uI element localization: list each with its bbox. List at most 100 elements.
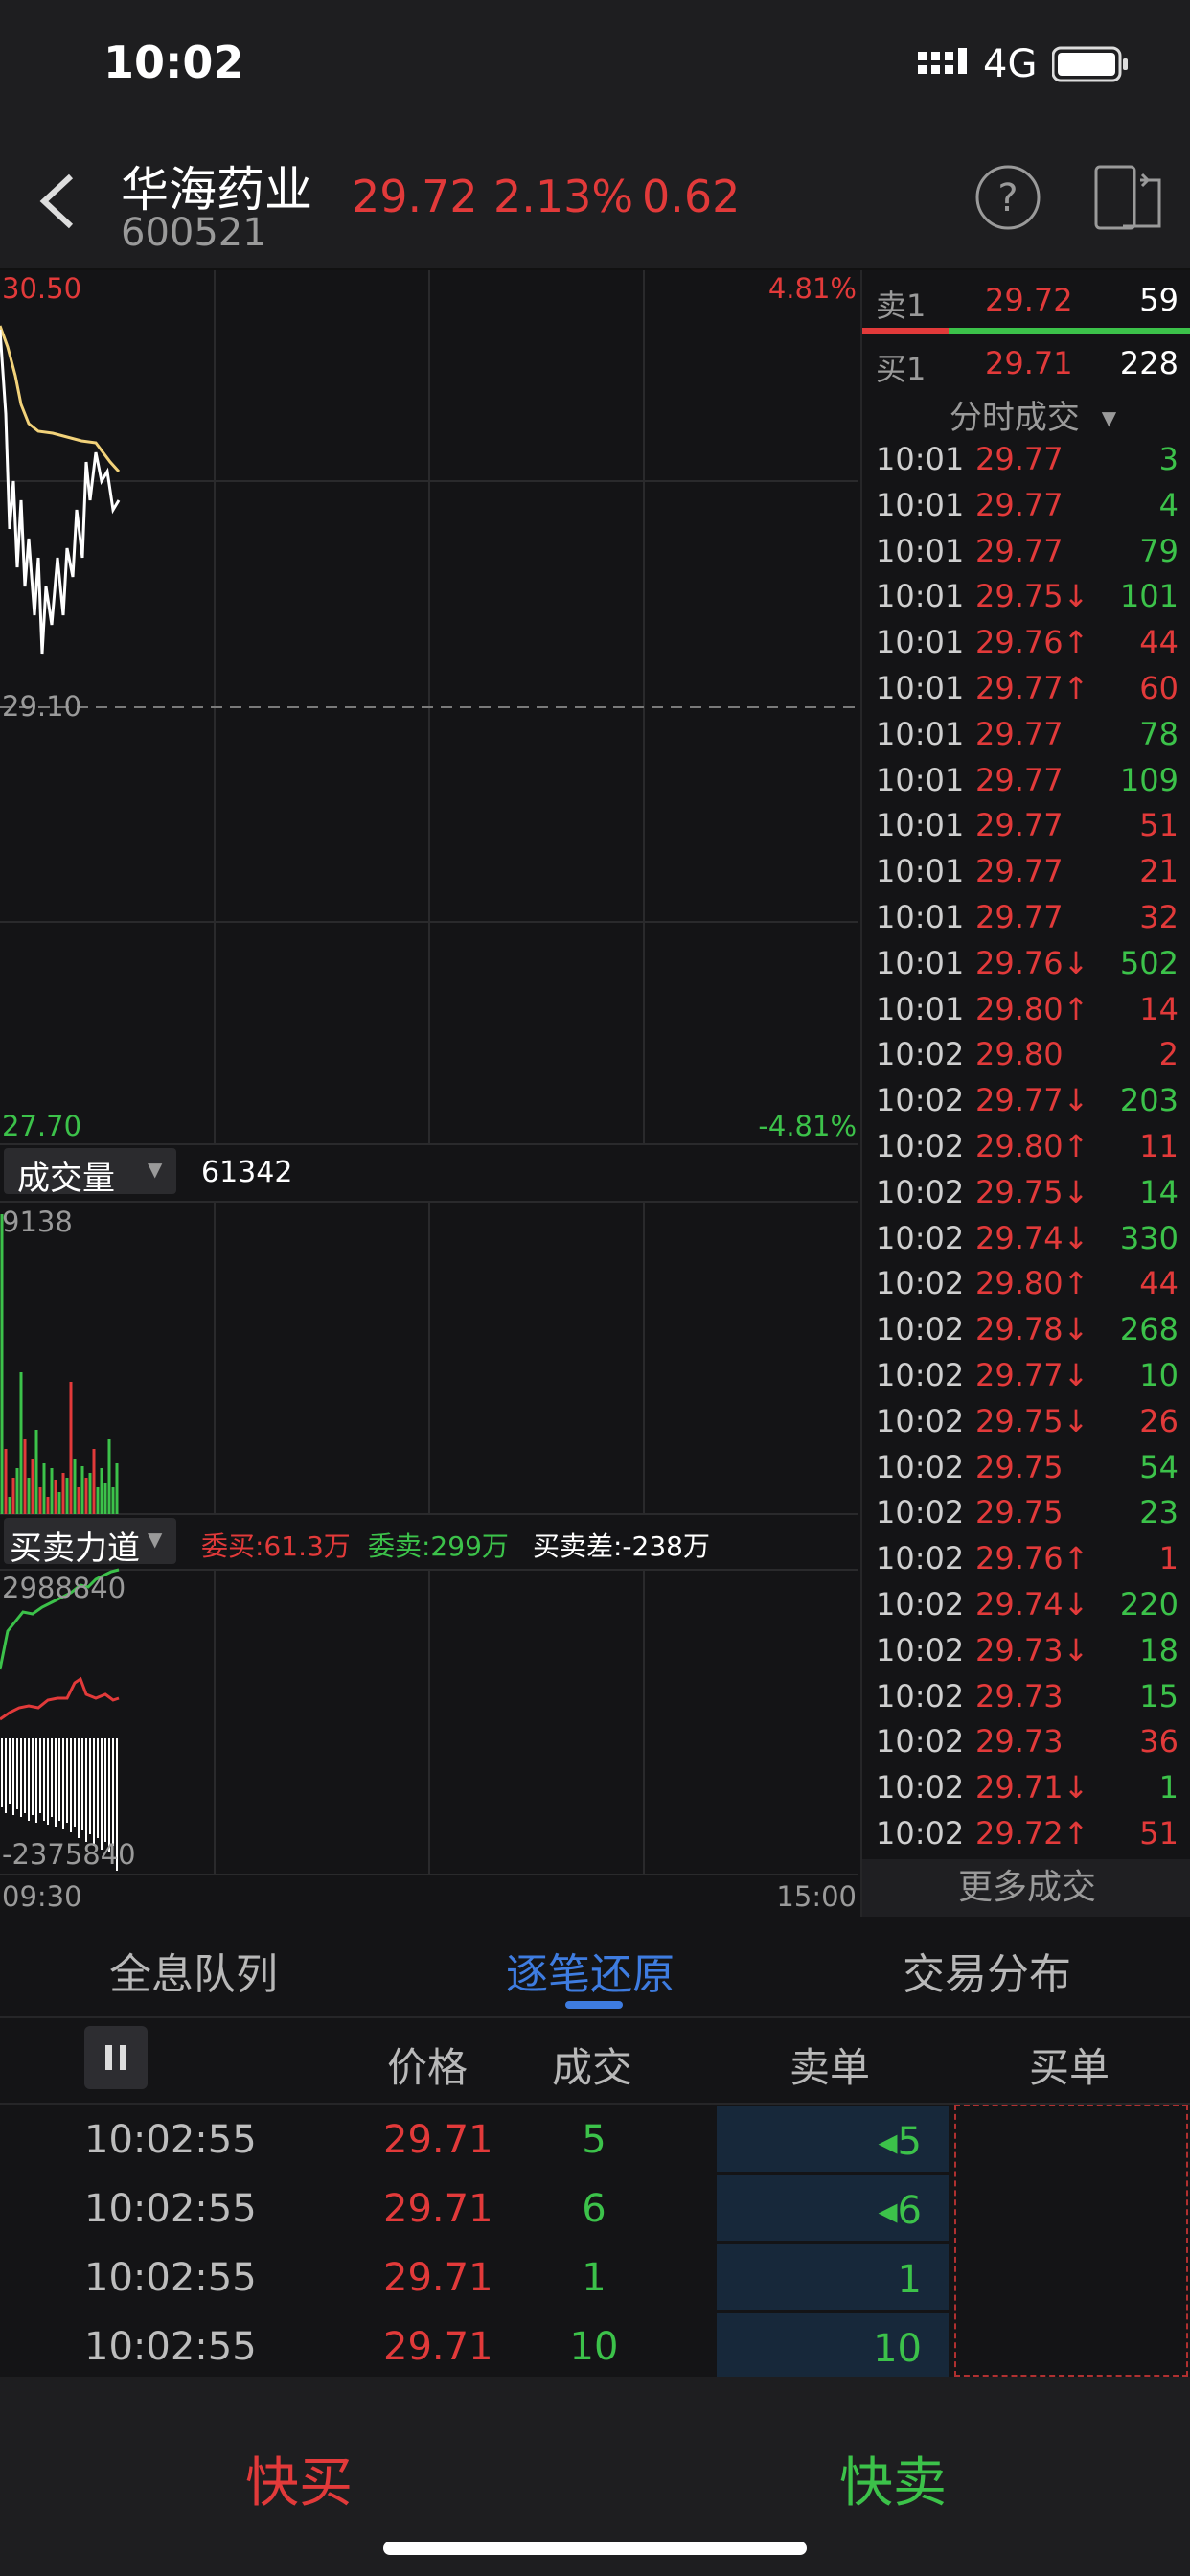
trade-volume: 15 [1139, 1677, 1179, 1714]
trade-volume: 1 [1158, 1540, 1179, 1577]
tick-deal: 1 [582, 2256, 606, 2300]
trade-price: 29.76↑ [975, 1540, 1089, 1577]
trade-volume: 23 [1139, 1494, 1179, 1531]
trade-time: 10:01 [876, 441, 965, 477]
status-bar: 10:02 4G [0, 0, 1190, 134]
force-indicator-selector[interactable]: 买卖力道 ▼ [4, 1518, 176, 1568]
quick-sell-button[interactable]: 快卖 [839, 2440, 947, 2518]
trade-row: 10:01 29.76↓ 502 [862, 945, 1190, 991]
trade-time: 10:01 [876, 670, 965, 706]
trade-time: 10:01 [876, 807, 965, 844]
trade-volume: 3 [1158, 441, 1179, 477]
trade-price: 29.72↑ [975, 1815, 1089, 1852]
trade-row: 10:02 29.77↓ 10 [862, 1357, 1190, 1403]
header-sell: 卖单 [790, 2044, 871, 2091]
trade-volume: 26 [1139, 1402, 1179, 1439]
trade-price: 29.75↓ [975, 578, 1089, 615]
dropdown-arrow-icon: ▼ [1101, 406, 1117, 429]
trade-list-selector[interactable]: 分时成交 ▼ [862, 385, 1190, 439]
trade-volume: 32 [1139, 899, 1179, 935]
home-indicator[interactable] [383, 2542, 807, 2555]
trade-volume: 44 [1139, 1265, 1179, 1302]
trade-price: 29.77 [975, 441, 1064, 477]
tab-full-queue[interactable]: 全息队列 [109, 1940, 278, 2001]
bid-row: 买1 29.71 228 [862, 337, 1190, 391]
trade-time: 10:01 [876, 624, 965, 661]
tick-price: 29.71 [383, 2325, 493, 2369]
tab-trade-distribution[interactable]: 交易分布 [903, 1940, 1071, 2001]
header-buy: 买单 [1029, 2044, 1110, 2091]
trade-time: 10:01 [876, 761, 965, 798]
trade-volume: 2 [1158, 1036, 1179, 1073]
trade-volume: 1 [1158, 1769, 1179, 1806]
price-mid-label: 29.10 [2, 690, 82, 723]
quick-buy-button[interactable]: 快买 [245, 2440, 353, 2518]
trade-time: 10:02 [876, 1402, 965, 1439]
trade-time: 10:01 [876, 990, 965, 1027]
trade-volume: 109 [1119, 761, 1179, 798]
trade-price: 29.74↓ [975, 1586, 1089, 1622]
trade-volume: 203 [1119, 1082, 1179, 1119]
header-price: 价格 [387, 2044, 469, 2091]
trade-row: 10:01 29.77 21 [862, 853, 1190, 899]
trade-volume: 502 [1119, 944, 1179, 981]
trade-time: 10:02 [876, 1815, 965, 1852]
force-selector-label: 买卖力道 [10, 1530, 140, 1568]
back-icon[interactable] [34, 171, 82, 232]
trade-row: 10:02 29.80↑ 44 [862, 1265, 1190, 1311]
book-ratio-bar [862, 328, 1190, 334]
trade-volume: 14 [1139, 1173, 1179, 1210]
tick-time: 10:02:55 [84, 2256, 257, 2300]
change-amount: 0.62 [642, 171, 741, 222]
trade-row: 10:02 29.73 15 [862, 1678, 1190, 1724]
trade-row: 10:01 29.77 78 [862, 716, 1190, 762]
trade-time: 10:02 [876, 1494, 965, 1531]
ask-volume: 59 [1139, 282, 1179, 318]
sell-order-value: ◂5 [878, 2120, 922, 2164]
landscape-switch-icon[interactable] [1092, 163, 1165, 232]
tick-deal: 6 [582, 2187, 606, 2231]
trade-time: 10:02 [876, 1082, 965, 1119]
intraday-chart[interactable]: 30.50 4.81% 29.10 27.70 -4.81% 成交量 ▼ 613… [0, 270, 858, 1917]
header-deal: 成交 [552, 2044, 633, 2091]
trade-time: 10:02 [876, 1219, 965, 1256]
action-bar: 快买 快卖 [0, 2377, 1190, 2576]
trade-time: 10:02 [876, 1265, 965, 1302]
tick-price: 29.71 [383, 2256, 493, 2300]
trade-price: 29.77 [975, 853, 1064, 890]
bid-volume: 228 [1119, 345, 1179, 381]
dropdown-arrow-icon: ▼ [148, 1528, 163, 1551]
trade-volume: 21 [1139, 853, 1179, 890]
stock-code: 600521 [121, 211, 267, 255]
price-high-label: 30.50 [2, 272, 82, 305]
trade-row: 10:02 29.72↑ 51 [862, 1815, 1190, 1861]
trade-price: 29.77↑ [975, 670, 1089, 706]
bid-label: 买1 [876, 351, 927, 387]
trade-time: 10:01 [876, 532, 965, 569]
trade-volume: 330 [1119, 1219, 1179, 1256]
trade-row: 10:02 29.75↓ 26 [862, 1403, 1190, 1449]
help-icon[interactable]: ? [973, 163, 1042, 232]
trade-price: 29.80↑ [975, 1265, 1089, 1302]
trade-row: 10:01 29.80↑ 14 [862, 991, 1190, 1037]
trade-time: 10:01 [876, 853, 965, 890]
tab-tick-replay[interactable]: 逐笔还原 [506, 1940, 675, 2001]
trade-row: 10:02 29.73↓ 18 [862, 1632, 1190, 1678]
force-sell-line [0, 1676, 120, 1721]
trade-price: 29.77 [975, 532, 1064, 569]
tick-deal: 10 [569, 2325, 619, 2369]
volume-indicator-selector[interactable]: 成交量 ▼ [4, 1148, 176, 1198]
trade-price: 29.77↓ [975, 1082, 1089, 1119]
more-trades-button[interactable]: 更多成交 [862, 1859, 1190, 1917]
trade-price: 29.73↓ [975, 1631, 1089, 1668]
trade-price: 29.73 [975, 1723, 1064, 1760]
trade-price: 29.71↓ [975, 1769, 1089, 1806]
pause-button[interactable] [84, 2026, 148, 2089]
current-price: 29.72 [352, 171, 478, 222]
trade-volume: 4 [1158, 486, 1179, 523]
trade-volume: 268 [1119, 1311, 1179, 1348]
sell-order-cell: ◂5 [717, 2106, 949, 2172]
trade-price: 29.75 [975, 1494, 1064, 1531]
trade-price: 29.75↓ [975, 1173, 1089, 1210]
trade-price: 29.77↓ [975, 1357, 1089, 1393]
